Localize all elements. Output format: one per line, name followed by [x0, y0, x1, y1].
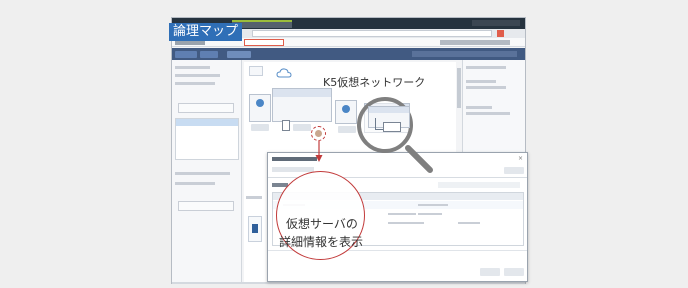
- detail-callout-line2: 詳細情報を表示: [279, 235, 364, 249]
- sidebar-row[interactable]: [175, 82, 215, 85]
- click-target-icon: [311, 126, 326, 141]
- cloud-icon: [276, 65, 292, 79]
- sidebar: [172, 60, 242, 282]
- nav-button-2[interactable]: [200, 51, 218, 58]
- server-icon: [256, 99, 264, 107]
- map-row: [246, 196, 262, 199]
- window-controls[interactable]: [472, 20, 520, 26]
- right-panel-row: [466, 112, 510, 115]
- status-bar: [172, 282, 525, 284]
- arrow-down-icon: [315, 141, 323, 162]
- dialog-cancel-button[interactable]: [504, 268, 524, 276]
- right-panel-row: [466, 106, 492, 109]
- node-action-button[interactable]: [251, 124, 269, 131]
- table-cell: [418, 213, 442, 215]
- table-cell: [458, 222, 480, 224]
- pager[interactable]: [438, 182, 520, 188]
- header-right-labels: [440, 40, 510, 45]
- server-glyph: [252, 224, 258, 233]
- group-header: [273, 89, 331, 97]
- click-target-dot: [315, 130, 322, 137]
- node-action-button[interactable]: [293, 124, 311, 131]
- logical-map-callout: 論理マップ: [169, 23, 243, 41]
- magnified-header: [369, 107, 409, 113]
- sidebar-row[interactable]: [175, 74, 220, 77]
- dialog-field: [272, 167, 314, 172]
- right-panel-row: [466, 80, 496, 83]
- dialog-ok-button[interactable]: [480, 268, 500, 276]
- right-panel-row: [466, 86, 506, 89]
- connector: [375, 129, 383, 130]
- header-tab[interactable]: [244, 39, 284, 46]
- detail-callout-line1: 仮想サーバの: [286, 217, 358, 231]
- network-group[interactable]: [272, 88, 332, 122]
- table-cell: [388, 222, 424, 224]
- dialog-top-button[interactable]: [504, 167, 524, 174]
- table-cell: [418, 204, 448, 206]
- nav-right-tools[interactable]: [412, 51, 517, 57]
- nav-button-1[interactable]: [175, 51, 197, 58]
- server-icon: [342, 105, 350, 113]
- address-bar[interactable]: [252, 30, 492, 37]
- sidebar-buttons-2[interactable]: [178, 201, 234, 211]
- table-cell: [388, 213, 416, 215]
- server-icon[interactable]: [248, 216, 262, 242]
- magnified-server: [383, 122, 401, 132]
- sidebar-row[interactable]: [175, 66, 210, 69]
- sidebar-buttons[interactable]: [178, 103, 234, 113]
- network-node[interactable]: [249, 94, 271, 122]
- server-icon[interactable]: [282, 120, 290, 131]
- dialog-title: [272, 157, 317, 161]
- nav-button-3[interactable]: [227, 51, 251, 58]
- toolbar-icon-red[interactable]: [497, 30, 504, 37]
- right-panel-row: [466, 66, 506, 69]
- scrollbar[interactable]: [457, 68, 461, 108]
- close-icon[interactable]: ×: [518, 156, 524, 162]
- sidebar-row[interactable]: [175, 172, 230, 175]
- map-toolbar-icons[interactable]: [249, 66, 263, 76]
- sidebar-row[interactable]: [175, 182, 215, 185]
- sidebar-list-selected[interactable]: [176, 119, 238, 126]
- page-title: K5仮想ネットワーク: [323, 76, 426, 89]
